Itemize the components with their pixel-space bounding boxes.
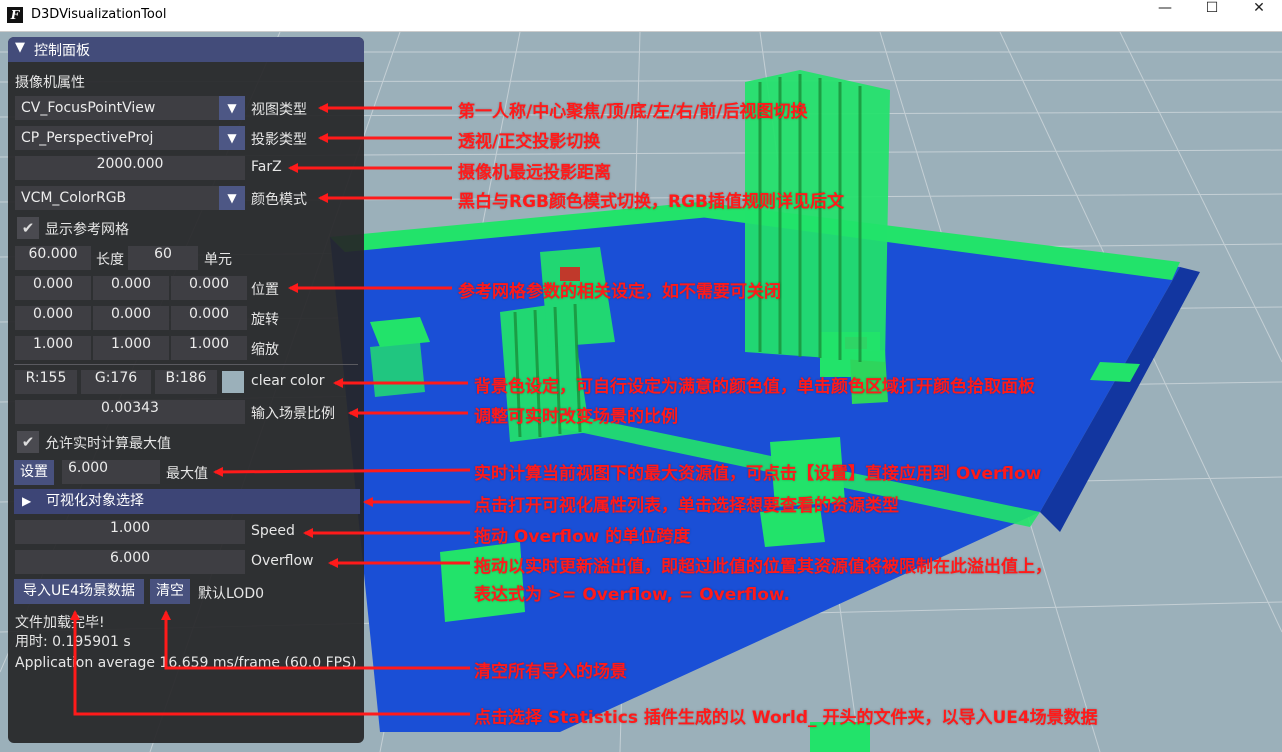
color-mode-select[interactable]: VCM_ColorRGB bbox=[15, 186, 219, 210]
position-label: 位置 bbox=[251, 282, 279, 298]
scene-scale-label: 输入场景比例 bbox=[251, 406, 335, 422]
vis-select-label: 可视化对象选择 bbox=[46, 493, 144, 509]
proj-type-select[interactable]: CP_PerspectiveProj bbox=[15, 126, 219, 150]
color-mode-dropdown-icon[interactable]: ▼ bbox=[219, 186, 245, 210]
expand-arrow-icon: ▶ bbox=[22, 494, 32, 508]
control-panel: ▼ 控制面板 摄像机属性 CV_FocusPointView ▼ 视图类型 CP… bbox=[8, 37, 364, 743]
farz-label: FarZ bbox=[251, 159, 282, 175]
default-lod-label: 默认LOD0 bbox=[198, 586, 265, 602]
proj-type-dropdown-icon[interactable]: ▼ bbox=[219, 126, 245, 150]
note-speed: 拖动 Overflow 的单位跨度 bbox=[474, 527, 691, 547]
clear-color-g-input[interactable]: G:176 bbox=[81, 370, 151, 394]
window-title: D3DVisualizationTool bbox=[31, 7, 167, 22]
note-clear-button: 清空所有导入的场景 bbox=[474, 662, 627, 682]
show-grid-label: 显示参考网格 bbox=[45, 222, 129, 238]
note-max-value: 实时计算当前视图下的最大资源值，可点击【设置】直接应用到 Overflow bbox=[474, 464, 1042, 484]
position-x-input[interactable]: 0.000 bbox=[15, 276, 91, 300]
note-farz: 摄像机最远投影距离 bbox=[458, 163, 611, 183]
status-time: 用时: 0.195901 s bbox=[15, 634, 131, 650]
color-mode-label: 颜色模式 bbox=[251, 192, 307, 208]
clear-color-b-input[interactable]: B:186 bbox=[155, 370, 217, 394]
panel-title: 控制面板 bbox=[34, 43, 90, 59]
view-type-label: 视图类型 bbox=[251, 102, 307, 118]
clear-color-r-input[interactable]: R:155 bbox=[15, 370, 77, 394]
realtime-max-label: 允许实时计算最大值 bbox=[45, 436, 171, 452]
show-grid-checkbox[interactable]: ✔ bbox=[17, 217, 39, 239]
farz-input[interactable]: 2000.000 bbox=[15, 156, 245, 180]
note-clear-color: 背景色设定，可自行设定为满意的颜色值，单击颜色区域打开颜色拾取面板 bbox=[474, 377, 1035, 397]
note-color-mode: 黑白与RGB颜色模式切换，RGB插值规则详见后文 bbox=[458, 192, 845, 212]
rotation-label: 旋转 bbox=[251, 312, 279, 328]
note-scene-scale: 调整可实时改变场景的比例 bbox=[474, 407, 678, 427]
panel-header[interactable]: ▼ 控制面板 bbox=[8, 37, 364, 62]
position-z-input[interactable]: 0.000 bbox=[171, 276, 247, 300]
grid-length-input[interactable]: 60.000 bbox=[15, 246, 91, 270]
collapse-arrow-icon: ▼ bbox=[15, 40, 25, 55]
speed-input[interactable]: 1.000 bbox=[15, 520, 245, 544]
max-value-input[interactable]: 6.000 bbox=[62, 460, 160, 484]
note-vis-select: 点击打开可视化属性列表，单击选择想要查看的资源类型 bbox=[474, 496, 899, 516]
speed-label: Speed bbox=[251, 523, 295, 539]
overflow-input[interactable]: 6.000 bbox=[15, 550, 245, 574]
app-icon: F bbox=[7, 7, 23, 23]
note-view-type: 第一人称/中心聚焦/顶/底/左/右/前/后视图切换 bbox=[458, 102, 808, 122]
set-button[interactable]: 设置 bbox=[14, 460, 54, 485]
proj-type-label: 投影类型 bbox=[251, 132, 307, 148]
status-fps: Application average 16.659 ms/frame (60.… bbox=[15, 655, 357, 671]
note-overflow-2: 表达式为 >= Overflow, = Overflow. bbox=[474, 585, 791, 605]
grid-cells-label: 单元 bbox=[204, 252, 232, 268]
note-grid: 参考网格参数的相关设定，如不需要可关闭 bbox=[458, 282, 781, 302]
scene-scale-input[interactable]: 0.00343 bbox=[15, 400, 245, 424]
note-overflow-1: 拖动以实时更新溢出值，即超过此值的位置其资源值将被限制在此溢出值上， bbox=[474, 557, 1052, 577]
close-button[interactable]: ✕ bbox=[1236, 0, 1282, 31]
separator bbox=[14, 364, 358, 365]
max-value-label: 最大值 bbox=[166, 466, 208, 482]
view-type-dropdown-icon[interactable]: ▼ bbox=[219, 96, 245, 120]
clear-color-swatch[interactable] bbox=[222, 371, 244, 393]
clear-scene-button[interactable]: 清空 bbox=[150, 579, 190, 604]
scale-y-input[interactable]: 1.000 bbox=[93, 336, 169, 360]
minimize-button[interactable]: — bbox=[1142, 0, 1188, 31]
rotation-x-input[interactable]: 0.000 bbox=[15, 306, 91, 330]
maximize-button[interactable]: ☐ bbox=[1189, 0, 1235, 31]
grid-cells-input[interactable]: 60 bbox=[128, 246, 198, 270]
scale-z-input[interactable]: 1.000 bbox=[171, 336, 247, 360]
position-y-input[interactable]: 0.000 bbox=[93, 276, 169, 300]
scale-x-input[interactable]: 1.000 bbox=[15, 336, 91, 360]
note-import-button: 点击选择 Statistics 插件生成的以 World_ 开头的文件夹，以导入… bbox=[474, 708, 1098, 728]
view-type-select[interactable]: CV_FocusPointView bbox=[15, 96, 219, 120]
status-loaded: 文件加载完毕! bbox=[15, 615, 105, 631]
grid-length-label: 长度 bbox=[96, 252, 124, 268]
title-bar: F D3DVisualizationTool — ☐ ✕ bbox=[0, 0, 1282, 32]
overflow-label: Overflow bbox=[251, 553, 314, 569]
camera-section-label: 摄像机属性 bbox=[15, 75, 85, 91]
rotation-z-input[interactable]: 0.000 bbox=[171, 306, 247, 330]
clear-color-label: clear color bbox=[251, 373, 325, 389]
realtime-max-checkbox[interactable]: ✔ bbox=[17, 431, 39, 453]
import-ue4-button[interactable]: 导入UE4场景数据 bbox=[14, 579, 144, 604]
rotation-y-input[interactable]: 0.000 bbox=[93, 306, 169, 330]
note-proj-type: 透视/正交投影切换 bbox=[458, 132, 601, 152]
scale-label: 缩放 bbox=[251, 342, 279, 358]
vis-select-section[interactable]: ▶ 可视化对象选择 bbox=[14, 489, 360, 514]
